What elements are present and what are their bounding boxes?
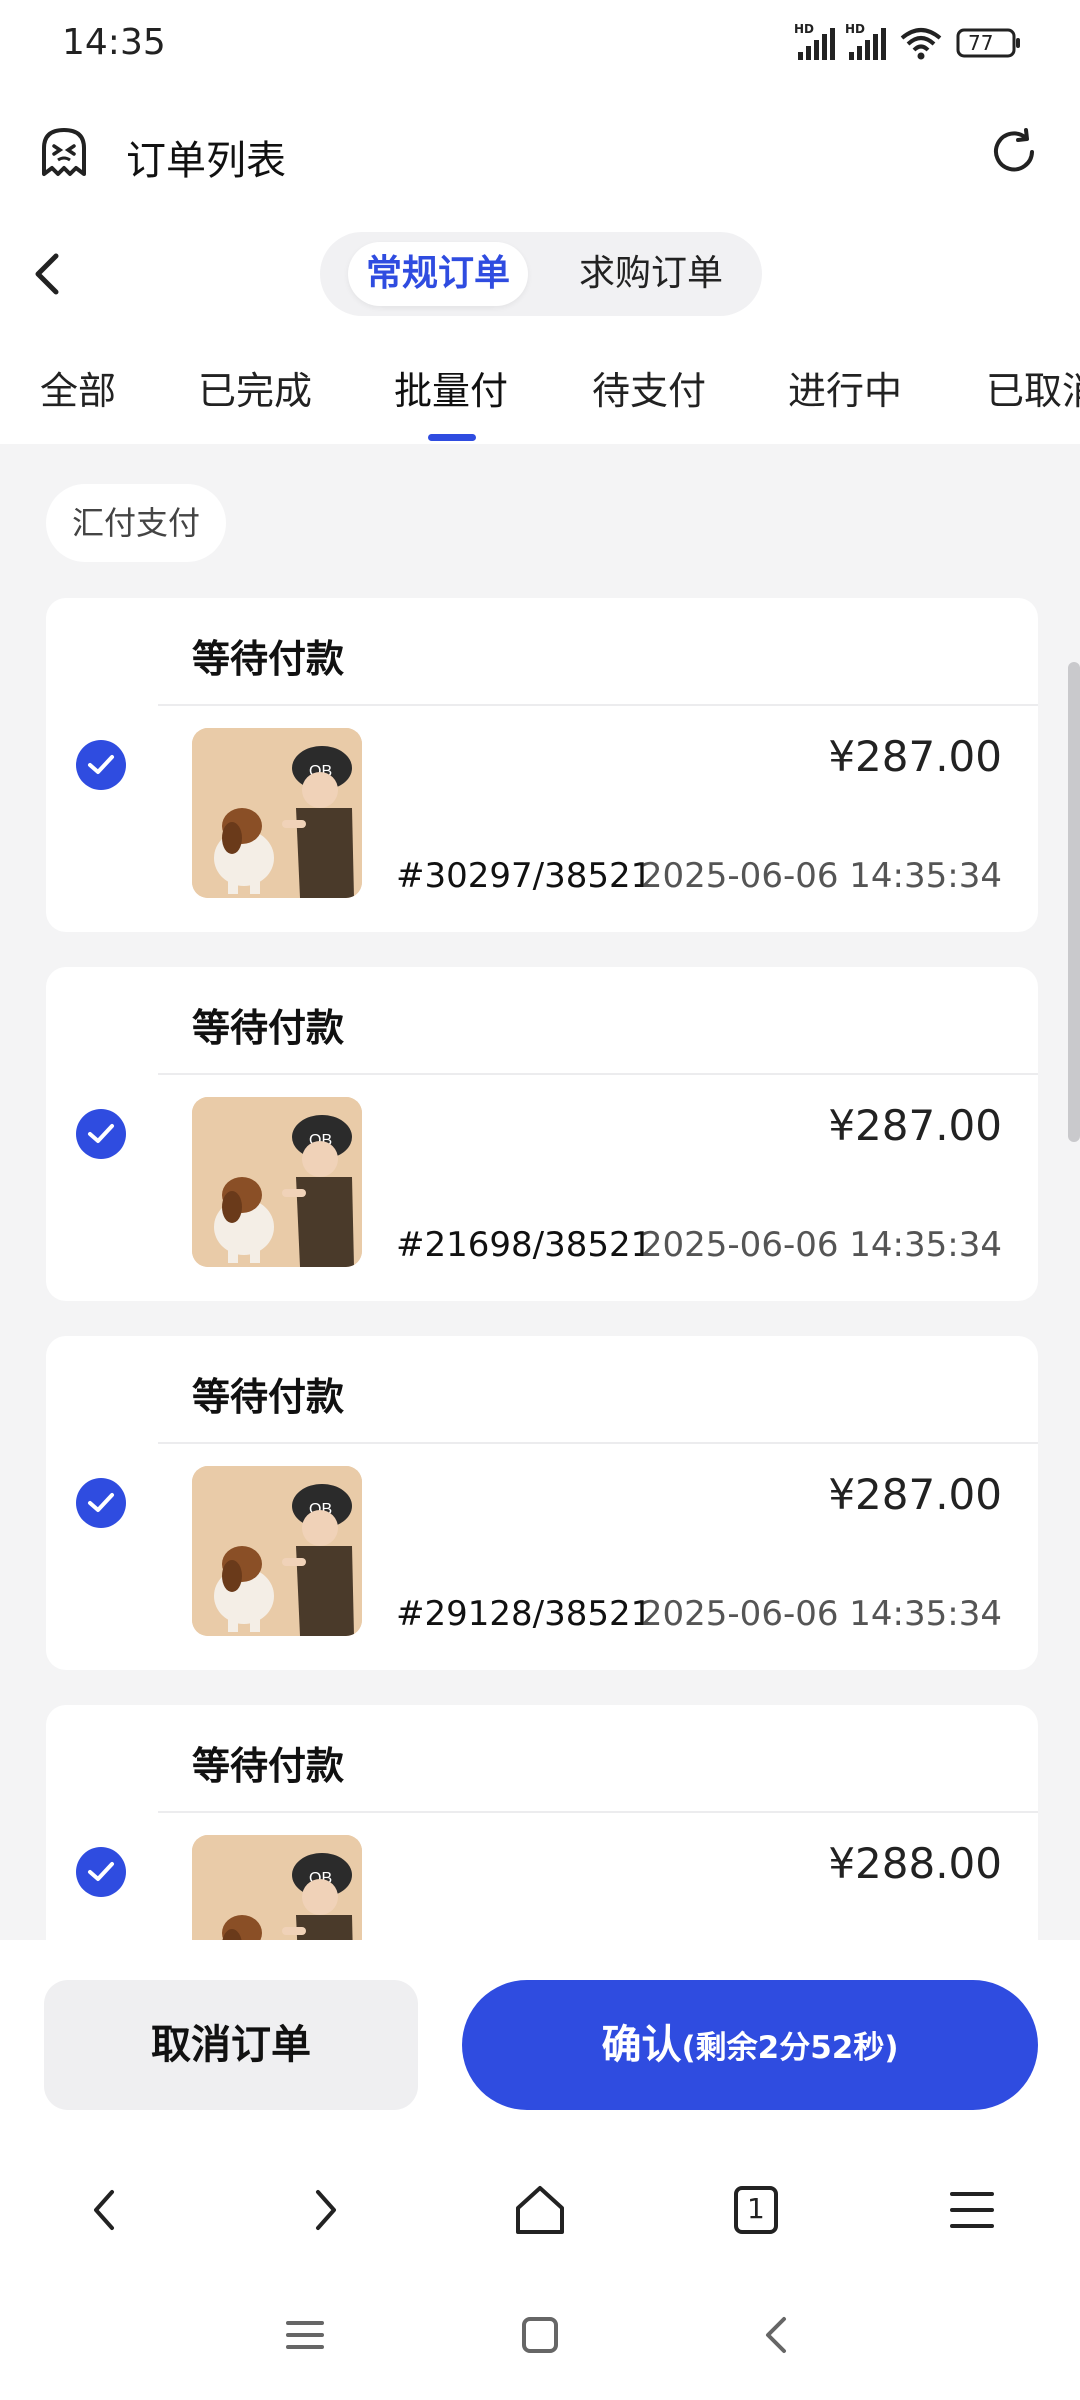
divider [158, 1811, 1038, 1813]
order-price: ¥287.00 [828, 1470, 1002, 1519]
status-bar: 14:35 HD HD 77 [0, 0, 1080, 90]
order-content: 汇付支付 等待付款 OB ¥287.00 #30297/38521 2025-0… [0, 444, 1080, 1940]
segment-regular-orders[interactable]: 常规订单 [348, 242, 528, 306]
order-status: 等待付款 [192, 1375, 345, 1419]
browser-nav: 1 [0, 2150, 1080, 2270]
order-number: #21698/38521 [396, 1225, 653, 1265]
divider [158, 704, 1038, 706]
home-icon[interactable] [510, 2180, 570, 2240]
order-time: 2025-06-06 14:35:34 [640, 1594, 1002, 1634]
order-number: #30297/38521 [396, 856, 653, 896]
confirm-label: 确认 [601, 2022, 682, 2068]
order-number: #29128/38521 [396, 1594, 653, 1634]
segment-purchase-orders[interactable]: 求购订单 [556, 242, 746, 306]
tab-pending-payment[interactable]: 待支付 [592, 360, 706, 415]
status-icons: HD HD 77 [794, 22, 1022, 60]
tab-count: 1 [747, 2192, 765, 2225]
order-time: 2025-06-06 14:35:34 [640, 1225, 1002, 1265]
order-price: ¥287.00 [828, 1101, 1002, 1150]
signal-icon-2: HD [845, 22, 886, 60]
order-type-switch: 常规订单 求购订单 [320, 232, 762, 316]
divider [158, 1442, 1038, 1444]
product-image[interactable]: OB [192, 1466, 362, 1636]
tab-in-progress[interactable]: 进行中 [788, 360, 902, 415]
tab-completed[interactable]: 已完成 [198, 360, 312, 415]
nav-forward-icon[interactable] [294, 2180, 354, 2240]
status-tabs: 全部 已完成 批量付 待支付 进行中 已取消 [0, 352, 1080, 444]
order-status: 等待付款 [192, 1744, 345, 1788]
back-icon[interactable] [28, 248, 68, 300]
order-card[interactable]: 等待付款 OB ¥287.00 #29128/38521 2025-06-06 … [46, 1336, 1038, 1670]
countdown-label: (剩余2分52秒) [681, 2030, 899, 2066]
check-icon[interactable] [76, 1478, 126, 1528]
order-card[interactable]: 等待付款 OB ¥287.00 #30297/38521 2025-06-06 … [46, 598, 1038, 932]
order-status: 等待付款 [192, 637, 345, 681]
cancel-order-button[interactable]: 取消订单 [44, 1980, 418, 2110]
product-image[interactable]: OB [192, 1835, 362, 1940]
tabs-icon[interactable]: 1 [726, 2180, 786, 2240]
nav-back-icon[interactable] [76, 2180, 136, 2240]
scrollbar[interactable] [1068, 662, 1080, 1142]
order-price: ¥288.00 [828, 1839, 1002, 1888]
refresh-icon[interactable] [988, 126, 1040, 178]
order-time: 2025-06-06 14:35:34 [640, 856, 1002, 896]
divider [158, 1073, 1038, 1075]
tab-cancelled[interactable]: 已取消 [986, 360, 1080, 415]
tab-batch-pay[interactable]: 批量付 [394, 360, 508, 415]
menu-icon[interactable] [942, 2180, 1002, 2240]
battery-icon: 77 [956, 27, 1022, 59]
check-icon[interactable] [76, 1847, 126, 1897]
action-bar: 取消订单 确认(剩余2分52秒) [0, 1940, 1080, 2110]
confirm-button[interactable]: 确认(剩余2分52秒) [462, 1980, 1038, 2110]
recents-icon[interactable] [280, 2310, 330, 2360]
tab-all[interactable]: 全部 [40, 360, 116, 415]
active-tab-indicator [428, 434, 476, 441]
order-list: 等待付款 OB ¥287.00 #30297/38521 2025-06-06 … [46, 598, 1038, 1940]
check-icon[interactable] [76, 1109, 126, 1159]
check-icon[interactable] [76, 740, 126, 790]
page-title: 订单列表 [126, 138, 286, 184]
order-price: ¥287.00 [828, 732, 1002, 781]
signal-icon: HD [794, 22, 835, 60]
battery-level: 77 [968, 31, 994, 55]
product-image[interactable]: OB [192, 728, 362, 898]
order-card[interactable]: 等待付款 OB ¥287.00 #21698/38521 2025-06-06 … [46, 967, 1038, 1301]
ghost-icon[interactable] [36, 124, 92, 180]
app-header: 订单列表 [0, 110, 1080, 200]
product-image[interactable]: OB [192, 1097, 362, 1267]
segment-row: 常规订单 求购订单 [0, 232, 1080, 316]
payment-method-chip[interactable]: 汇付支付 [46, 484, 227, 562]
order-card[interactable]: 等待付款 OB ¥288.00 [46, 1705, 1038, 1940]
status-time: 14:35 [62, 22, 166, 63]
home-button-icon[interactable] [515, 2310, 565, 2360]
wifi-icon [900, 26, 942, 60]
system-back-icon[interactable] [752, 2310, 802, 2360]
order-status: 等待付款 [192, 1006, 345, 1050]
system-nav [0, 2270, 1080, 2400]
